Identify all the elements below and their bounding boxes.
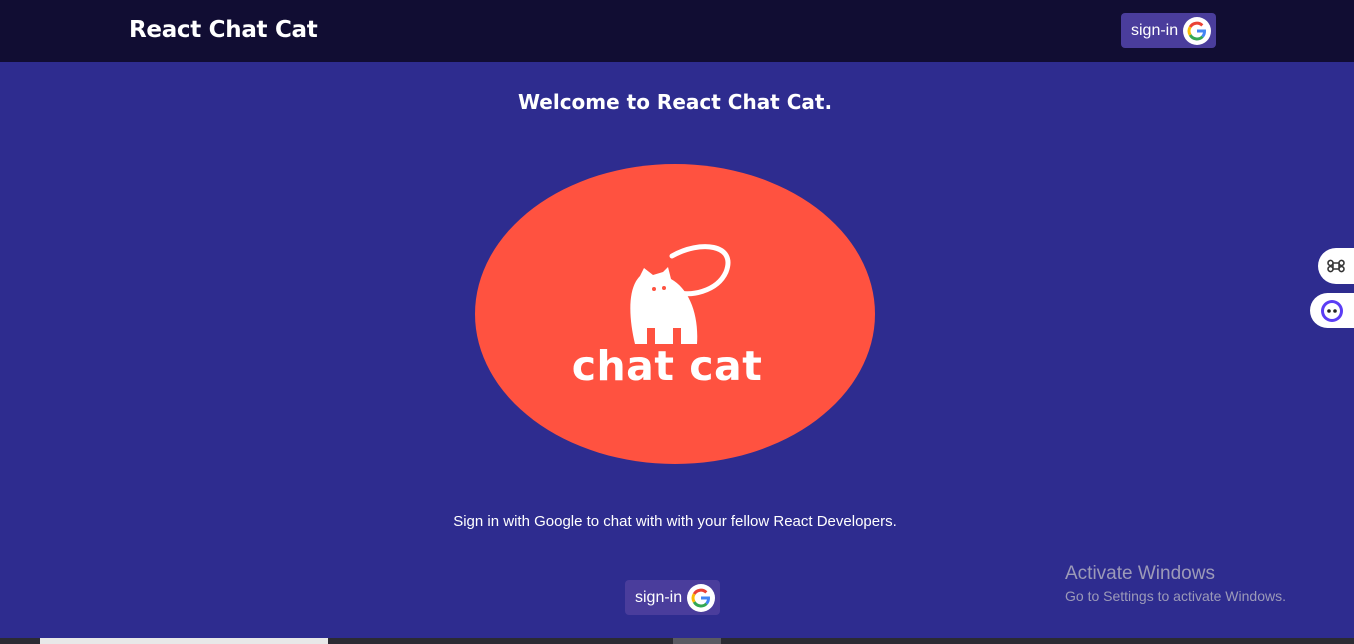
shortcut-side-button[interactable]	[1318, 248, 1354, 284]
signin-description: Sign in with Google to chat with with yo…	[453, 513, 897, 530]
logo-text: chat cat	[571, 342, 763, 390]
signin-label: sign-in	[635, 588, 683, 606]
header-signin-button[interactable]: sign-in	[1121, 13, 1217, 48]
cat-icon	[630, 244, 731, 344]
command-key-icon	[1327, 259, 1345, 273]
activate-subtitle: Go to Settings to activate Windows.	[1065, 588, 1286, 604]
taskbar-item[interactable]	[40, 638, 328, 644]
assistant-side-button[interactable]	[1310, 293, 1354, 328]
taskbar-item[interactable]	[673, 638, 721, 644]
signin-label: sign-in	[1131, 21, 1179, 39]
google-icon	[1183, 16, 1212, 45]
main-signin-button[interactable]: sign-in	[625, 580, 721, 615]
activate-title: Activate Windows	[1065, 563, 1215, 584]
assistant-face-icon	[1321, 299, 1343, 322]
brand-title: React Chat Cat	[129, 17, 318, 43]
navbar: React Chat Cat sign-in	[0, 0, 1354, 62]
windows-activation-watermark: Activate Windows Go to Settings to activ…	[1065, 563, 1286, 604]
google-icon	[687, 583, 716, 612]
taskbar	[0, 638, 1354, 644]
welcome-heading: Welcome to React Chat Cat.	[517, 90, 833, 114]
chat-cat-logo: chat cat	[475, 164, 875, 464]
